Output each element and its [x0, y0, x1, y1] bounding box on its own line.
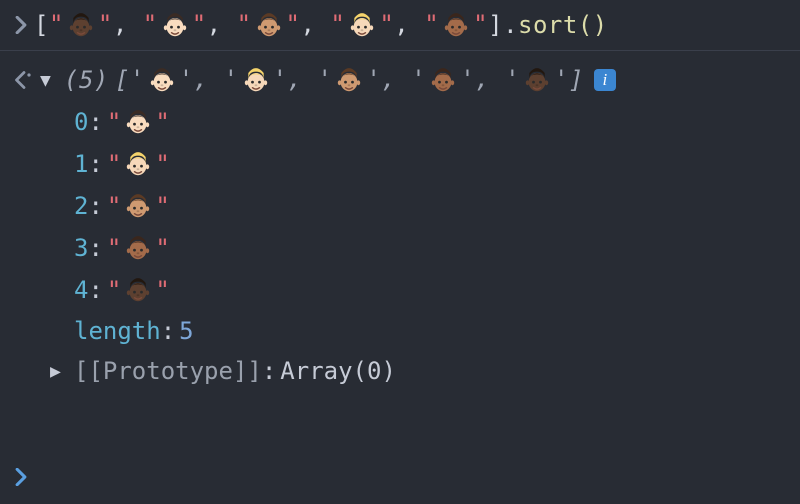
string-quote: " — [107, 150, 121, 178]
string-quote: " — [155, 108, 169, 136]
comma: , — [475, 65, 505, 93]
person-emoji-icon — [241, 65, 271, 95]
colon: : — [88, 276, 102, 304]
entry-index: 1 — [74, 150, 88, 178]
call-parens: () — [578, 11, 608, 39]
string-quote: ' — [411, 65, 426, 93]
string-quote: " — [98, 10, 113, 38]
string-quote: " — [155, 150, 169, 178]
expanded-object: 0: " "1: " "2: " "3: " — [0, 101, 800, 391]
string-quote: " — [330, 10, 345, 38]
entry-index: 2 — [74, 192, 88, 220]
string-quote: " — [192, 10, 207, 38]
expand-toggle-icon[interactable] — [50, 361, 68, 382]
person-emoji-icon — [254, 10, 284, 40]
string-quote: " — [379, 10, 394, 38]
comma: , — [288, 65, 318, 93]
string-quote: ' — [273, 65, 288, 93]
string-quote: ' — [317, 65, 332, 93]
entry-index: 0 — [74, 108, 88, 136]
string-quote: " — [155, 192, 169, 220]
input-expression[interactable]: [ " ", " ", " ", " — [34, 10, 608, 40]
bracket-open: [ — [115, 66, 130, 94]
person-emoji-icon — [334, 65, 364, 95]
person-emoji-icon — [123, 275, 153, 305]
length-value: 5 — [179, 317, 193, 345]
output-chevron-icon — [14, 71, 34, 89]
colon: : — [88, 234, 102, 262]
entry-index: 4 — [74, 276, 88, 304]
person-emoji-icon — [66, 10, 96, 40]
output-summary[interactable]: (5) [ ' ', ' ', ' ', ' — [64, 65, 584, 95]
string-quote: ' — [179, 65, 194, 93]
person-emoji-icon — [123, 107, 153, 137]
string-quote: " — [107, 276, 121, 304]
string-quote: ' — [224, 65, 239, 93]
expand-toggle-icon[interactable] — [40, 70, 58, 91]
array-entry-row[interactable]: 0: " " — [74, 101, 800, 143]
colon: : — [161, 317, 175, 345]
length-row[interactable]: length : 5 — [74, 311, 800, 351]
colon: : — [88, 192, 102, 220]
console-output-row: (5) [ ' ', ' ', ' ', ' — [0, 51, 800, 101]
comma: , — [300, 10, 330, 38]
colon: : — [88, 108, 102, 136]
console-input-row: [ " ", " ", " ", " — [0, 6, 800, 51]
string-quote: ' — [460, 65, 475, 93]
input-chevron-icon — [14, 16, 34, 34]
bracket-close: ] — [569, 66, 584, 94]
console-prompt[interactable] — [14, 464, 34, 492]
array-entry-row[interactable]: 4: " " — [74, 269, 800, 311]
person-emoji-icon — [428, 65, 458, 95]
string-quote: " — [473, 10, 488, 38]
comma: , — [207, 10, 237, 38]
string-quote: " — [286, 10, 301, 38]
input-chevron-icon — [14, 468, 34, 486]
string-quote: " — [107, 108, 121, 136]
string-quote: ' — [505, 65, 520, 93]
string-quote: ' — [130, 65, 145, 93]
person-emoji-icon — [123, 149, 153, 179]
colon: : — [262, 357, 276, 385]
array-entry-row[interactable]: 2: " " — [74, 185, 800, 227]
array-count: (5) — [64, 66, 109, 94]
person-emoji-icon — [347, 10, 377, 40]
string-quote: " — [237, 10, 252, 38]
string-quote: " — [107, 192, 121, 220]
string-quote: " — [143, 10, 158, 38]
person-emoji-icon — [160, 10, 190, 40]
comma: , — [194, 65, 224, 93]
length-key: length — [74, 317, 161, 345]
array-entry-row[interactable]: 3: " " — [74, 227, 800, 269]
string-quote: ' — [554, 65, 569, 93]
comma: , — [113, 10, 143, 38]
person-emoji-icon — [123, 233, 153, 263]
comma: , — [381, 65, 411, 93]
info-icon[interactable]: i — [594, 69, 616, 91]
string-quote: " — [424, 10, 439, 38]
method-name: sort — [518, 11, 578, 39]
bracket-open: [ — [34, 11, 49, 39]
person-emoji-icon — [522, 65, 552, 95]
bracket-close: ] — [488, 11, 503, 39]
entry-index: 3 — [74, 234, 88, 262]
dot: . — [503, 11, 518, 39]
prototype-key: [[Prototype]] — [74, 357, 262, 385]
person-emoji-icon — [441, 10, 471, 40]
string-quote: " — [107, 234, 121, 262]
array-entry-row[interactable]: 1: " " — [74, 143, 800, 185]
string-quote: " — [155, 234, 169, 262]
comma: , — [394, 10, 424, 38]
prototype-value: Array(0) — [280, 357, 396, 385]
string-quote: " — [155, 276, 169, 304]
person-emoji-icon — [123, 191, 153, 221]
person-emoji-icon — [147, 65, 177, 95]
colon: : — [88, 150, 102, 178]
string-quote: ' — [366, 65, 381, 93]
string-quote: " — [49, 10, 64, 38]
prototype-row[interactable]: [[Prototype]] : Array(0) — [74, 351, 800, 391]
